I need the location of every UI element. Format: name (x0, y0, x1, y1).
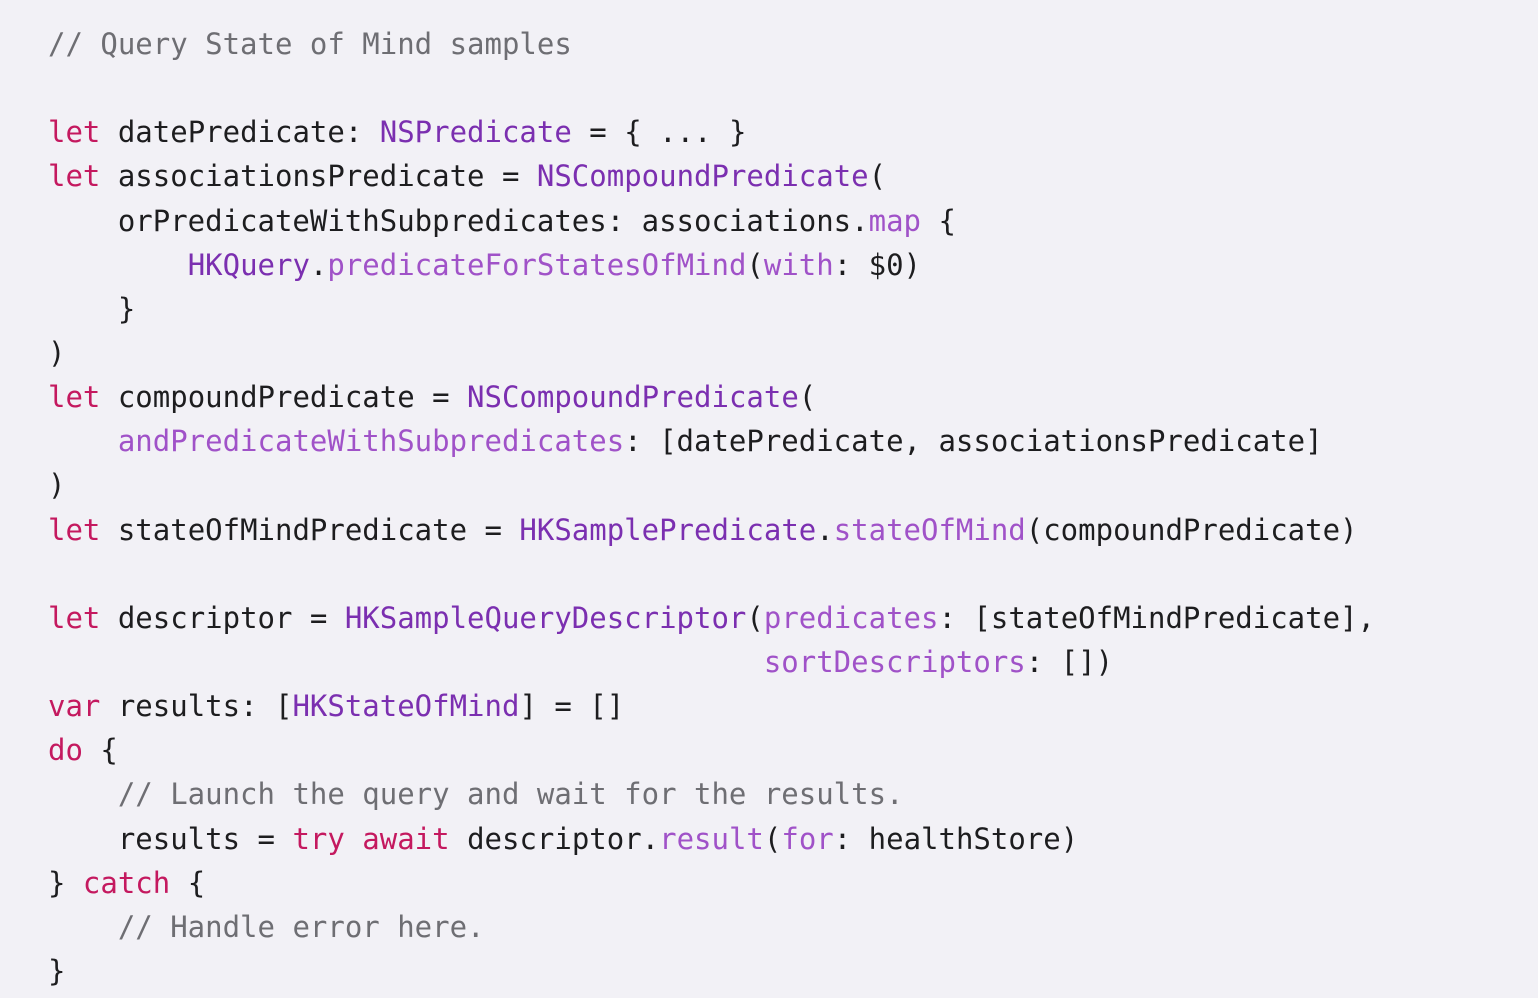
code-text: ( (763, 821, 782, 856)
code-line: // Query State of Mind samples (48, 22, 1538, 66)
code-text: = { ... } (571, 115, 747, 150)
code-text: : []) (1025, 644, 1114, 679)
keyword: var (48, 689, 101, 724)
code-text: : healthStore) (833, 821, 1079, 856)
code-line: let associationsPredicate = NSCompoundPr… (48, 154, 1538, 198)
type-name: NSPredicate (379, 115, 572, 150)
type-name: HKStateOfMind (292, 689, 520, 724)
code-line: HKQuery.predicateForStatesOfMind(with: $… (48, 243, 1538, 287)
code-line: } (48, 949, 1538, 993)
code-text: stateOfMindPredicate = (100, 512, 520, 547)
keyword: catch (82, 865, 171, 900)
code-text: orPredicateWithSubpredicates: associatio… (48, 203, 869, 238)
member-name: result (659, 821, 764, 856)
code-text: ( (746, 247, 764, 282)
type-name: NSCompoundPredicate (536, 159, 869, 194)
keyword: try (292, 821, 345, 856)
comment: // Query State of Mind samples (48, 27, 572, 61)
member-name: stateOfMind (833, 512, 1026, 547)
code-text: ) (48, 468, 66, 503)
code-line: orPredicateWithSubpredicates: associatio… (48, 199, 1538, 243)
keyword: let (48, 115, 101, 150)
code-line: let datePredicate: NSPredicate = { ... } (48, 110, 1538, 154)
keyword: let (48, 380, 101, 415)
code-text: { (921, 203, 956, 238)
code-line: let descriptor = HKSampleQueryDescriptor… (48, 596, 1538, 640)
member-name: map (868, 203, 921, 238)
code-line: // Launch the query and wait for the res… (48, 772, 1538, 816)
code-line: var results: [HKStateOfMind] = [] (48, 684, 1538, 728)
code-line: andPredicateWithSubpredicates: [datePred… (48, 419, 1538, 463)
code-line: sortDescriptors: []) (48, 640, 1538, 684)
code-text: } (48, 865, 83, 900)
code-text: : [stateOfMindPredicate], (938, 600, 1375, 635)
member-name: predicateForStatesOfMind (327, 247, 747, 282)
code-text: : [datePredicate, associationsPredicate] (624, 424, 1323, 459)
code-line: // Handle error here. (48, 905, 1538, 949)
member-name: with (763, 247, 834, 282)
member-name: for (781, 821, 834, 856)
member-name: andPredicateWithSubpredicates (117, 424, 625, 459)
comment: // Handle error here. (117, 909, 485, 944)
keyword: do (48, 733, 83, 768)
type-name: HKSamplePredicate (519, 512, 817, 547)
code-line: do { (48, 728, 1538, 772)
member-name: sortDescriptors (763, 644, 1026, 679)
keyword: let (48, 159, 101, 194)
code-text: descriptor. (449, 821, 660, 856)
member-name: predicates (763, 600, 939, 635)
code-text: : $0) (833, 247, 922, 282)
code-text: . (816, 512, 834, 547)
code-block: // Query State of Mind samples let datePr… (0, 0, 1538, 998)
code-text: } (48, 953, 66, 988)
code-text: results = (48, 821, 293, 856)
keyword: let (48, 600, 101, 635)
code-text: { (170, 865, 206, 900)
code-text: datePredicate: (100, 115, 380, 150)
code-line: ) (48, 331, 1538, 375)
type-name: HKQuery (187, 247, 310, 282)
code-text: associationsPredicate = (100, 159, 537, 194)
code-text: { (82, 733, 118, 768)
code-text: results: [ (100, 689, 293, 724)
comment: // Launch the query and wait for the res… (117, 777, 904, 812)
keyword: let (48, 512, 101, 547)
code-text: ( (746, 600, 764, 635)
code-text: ) (48, 335, 66, 370)
code-text: } (48, 291, 136, 326)
type-name: HKSampleQueryDescriptor (344, 600, 747, 635)
code-line: } (48, 287, 1538, 331)
code-line: results = try await descriptor.result(fo… (48, 817, 1538, 861)
code-text: (compoundPredicate) (1025, 512, 1358, 547)
code-text: descriptor = (100, 600, 345, 635)
code-line: ) (48, 463, 1538, 507)
code-text: compoundPredicate = (100, 380, 468, 415)
code-line: let compoundPredicate = NSCompoundPredic… (48, 375, 1538, 419)
code-line: let stateOfMindPredicate = HKSamplePredi… (48, 508, 1538, 552)
code-text: ] = [] (519, 689, 625, 724)
code-line: } catch { (48, 861, 1538, 905)
keyword: await (362, 821, 450, 856)
code-text: ( (868, 159, 887, 194)
code-text: . (309, 247, 328, 282)
code-text: ( (798, 380, 817, 415)
type-name: NSCompoundPredicate (467, 380, 799, 415)
